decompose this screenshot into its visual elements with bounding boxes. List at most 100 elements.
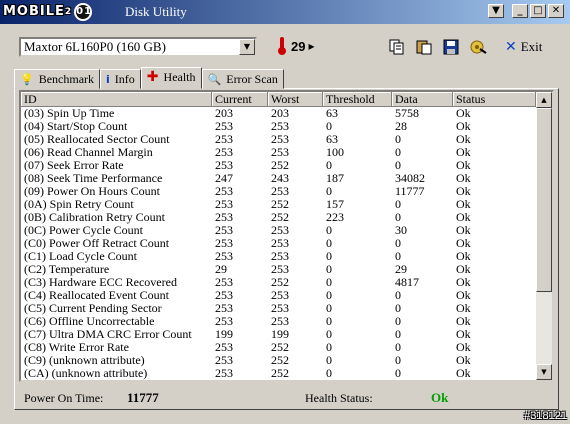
power-on-value: 11777 [127, 390, 159, 405]
table-row[interactable]: (C9) (unknown attribute) 253 252 0 0 Ok [21, 354, 536, 367]
threshold-value: 0 [326, 328, 332, 341]
table-row[interactable]: (0A) Spin Retry Count 253 252 157 0 Ok [21, 198, 536, 211]
data-value: 29 [395, 263, 407, 276]
save-icon[interactable] [441, 37, 461, 57]
table-row[interactable]: (C2) Temperature 29 253 0 29 Ok [21, 263, 536, 276]
table-row[interactable]: (C1) Load Cycle Count 253 253 0 0 Ok [21, 250, 536, 263]
current-value: 253 [215, 211, 233, 224]
current-value: 253 [215, 289, 233, 302]
column-header-status[interactable]: Status [453, 92, 536, 107]
vertical-scrollbar[interactable]: ▲ ▼ [536, 92, 552, 380]
attribute-id: (CB) (unknown attribute) [21, 380, 212, 382]
threshold-value: 0 [326, 263, 332, 276]
table-row[interactable]: (C0) Power Off Retract Count 253 253 0 0 Ok [21, 237, 536, 250]
table-row[interactable]: (C3) Hardware ECC Recovered 253 252 0 4817 Ok [21, 276, 536, 289]
title-bar: MOBILE 2 01 Disk Utility ▼ _ □ ✕ [0, 0, 570, 24]
status-value: Ok [456, 107, 471, 120]
tab-error-scan[interactable]: 🔍 Error Scan [201, 69, 284, 89]
scroll-down-button[interactable]: ▼ [536, 364, 552, 380]
status-value: Ok [456, 341, 471, 354]
column-header-worst[interactable]: Worst [268, 92, 323, 107]
tab-benchmark[interactable]: 💡 Benchmark [14, 69, 101, 89]
attribute-id: (08) Seek Time Performance [24, 172, 163, 185]
drive-select-value: Maxtor 6L160P0 (160 GB) [24, 39, 166, 54]
table-row[interactable]: (05) Reallocated Sector Count 253 253 63 0 Ok [21, 133, 536, 146]
exit-button[interactable]: ✕ Exit [505, 37, 542, 57]
maximize-button[interactable]: □ [530, 4, 546, 18]
column-header-threshold[interactable]: Threshold [323, 92, 392, 107]
current-value: 253 [215, 315, 233, 328]
status-value: Ok [456, 185, 471, 198]
current-value: 253 [215, 354, 233, 367]
worst-value: 253 [271, 146, 289, 159]
worst-value: 252 [271, 354, 289, 367]
table-row[interactable]: (0B) Calibration Retry Count 253 252 223 0 Ok [21, 211, 536, 224]
settings-hand-icon[interactable] [468, 37, 488, 57]
worst-value: 252 [271, 159, 289, 172]
threshold-value: 180 [323, 380, 392, 382]
threshold-value: 0 [326, 276, 332, 289]
table-row[interactable]: (C8) Write Error Rate 253 252 0 0 Ok [21, 341, 536, 354]
minimize-button[interactable]: _ [512, 4, 528, 18]
scroll-thumb[interactable] [536, 108, 552, 292]
worst-value: 252 [271, 276, 289, 289]
column-header-id[interactable]: ID [21, 92, 212, 107]
data-value: 0 [395, 146, 401, 159]
table-row[interactable]: (C7) Ultra DMA CRC Error Count 199 199 0 0 Ok [21, 328, 536, 341]
attribute-id: (C8) Write Error Rate [24, 341, 129, 354]
status-value: Ok [453, 380, 536, 382]
threshold-value: 63 [326, 133, 338, 146]
table-row[interactable]: (CB) (unknown attribute)2532521800Ok [21, 380, 536, 382]
data-value: 4817 [395, 276, 419, 289]
column-header-current[interactable]: Current [212, 92, 268, 107]
table-row[interactable]: (C4) Reallocated Event Count 253 253 0 0 Ok [21, 289, 536, 302]
thermometer-icon [278, 37, 286, 55]
attribute-id: (09) Power On Hours Count [24, 185, 160, 198]
table-body: (03) Spin Up Time 203 203 63 5758 Ok (04) Star… [21, 107, 536, 382]
table-row[interactable]: (09) Power On Hours Count 253 253 0 11777 Ok [21, 185, 536, 198]
attribute-id: (C7) Ultra DMA CRC Error Count [24, 328, 192, 341]
drive-select[interactable]: Maxtor 6L160P0 (160 GB) ▼ [19, 37, 257, 57]
paste-icon[interactable] [414, 37, 434, 57]
worst-value: 252 [271, 341, 289, 354]
table-row[interactable]: (06) Read Channel Margin 253 253 100 0 Ok [21, 146, 536, 159]
attribute-id: (CA) (unknown attribute) [24, 367, 148, 380]
chevron-down-icon[interactable]: ▼ [239, 39, 255, 55]
status-value: Ok [456, 198, 471, 211]
table-row[interactable]: (C5) Current Pending Sector 253 253 0 0 Ok [21, 302, 536, 315]
table-row[interactable]: (07) Seek Error Rate 253 252 0 0 Ok [21, 159, 536, 172]
table-row[interactable]: (04) Start/Stop Count 253 253 0 28 Ok [21, 120, 536, 133]
data-value: 0 [395, 289, 401, 302]
smart-attribute-table[interactable]: ID Current Worst Threshold Data Status (… [19, 90, 554, 382]
table-row[interactable]: (0C) Power Cycle Count 253 253 0 30 Ok [21, 224, 536, 237]
threshold-value: 100 [326, 146, 344, 159]
table-header: ID Current Worst Threshold Data Status [21, 92, 536, 107]
worst-value: 252 [271, 367, 289, 380]
worst-value: 253 [271, 224, 289, 237]
status-value: Ok [456, 120, 471, 133]
worst-value: 253 [271, 237, 289, 250]
temperature-display: 29 ▸ [278, 37, 315, 55]
scroll-up-button[interactable]: ▲ [536, 92, 552, 108]
status-value: Ok [456, 276, 471, 289]
tab-health[interactable]: ✚ Health [140, 67, 202, 89]
close-button[interactable]: ✕ [548, 4, 564, 18]
copy-icon[interactable] [387, 37, 407, 57]
current-value: 253 [215, 341, 233, 354]
table-row[interactable]: (03) Spin Up Time 203 203 63 5758 Ok [21, 107, 536, 120]
worst-value: 253 [271, 315, 289, 328]
exit-label: Exit [520, 39, 543, 54]
dropdown-arrow-button[interactable]: ▼ [488, 4, 504, 18]
data-value: 0 [395, 302, 401, 315]
table-row[interactable]: (C6) Offline Uncorrectable 253 253 0 0 Ok [21, 315, 536, 328]
current-value: 253 [215, 133, 233, 146]
tab-info[interactable]: i Info [100, 69, 141, 89]
table-row[interactable]: (08) Seek Time Performance 247 243 187 34082… [21, 172, 536, 185]
table-row[interactable]: (CA) (unknown attribute) 253 252 0 0 Ok [21, 367, 536, 380]
exit-icon: ✕ [505, 39, 517, 55]
current-value: 253 [215, 120, 233, 133]
column-header-data[interactable]: Data [392, 92, 453, 107]
worst-value: 253 [271, 289, 289, 302]
current-value: 253 [215, 198, 233, 211]
status-value: Ok [456, 354, 471, 367]
